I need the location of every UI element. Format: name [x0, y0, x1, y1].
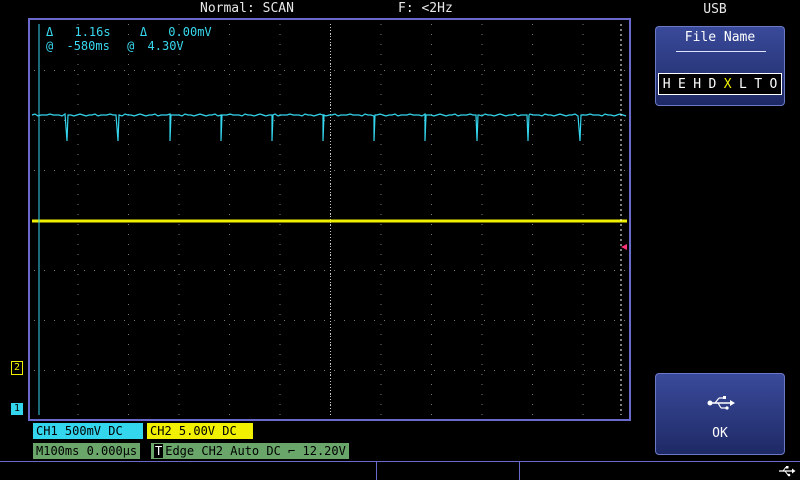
delta-time: 1.16s	[74, 25, 111, 39]
file-name-char[interactable]: E	[678, 77, 686, 92]
at-symbol: @	[46, 39, 54, 53]
cursor-row-at: @ -580ms @ 4.30V	[46, 39, 212, 53]
ch2-level-marker[interactable]: 2	[11, 361, 24, 375]
delta-voltage: 0.00mV	[168, 25, 212, 39]
delta-symbol: Δ	[46, 25, 54, 39]
ok-button[interactable]: OK	[655, 373, 785, 455]
trigger-level-marker[interactable]	[621, 244, 627, 250]
file-name-char[interactable]: T	[754, 77, 762, 92]
delta-symbol-2: Δ	[139, 25, 148, 39]
ch2-settings-badge[interactable]: CH2 5.00V DC	[147, 423, 253, 439]
timebase-badge[interactable]: M100ms 0.000μs	[33, 443, 141, 459]
file-name-char[interactable]: O	[769, 77, 777, 92]
ch1-settings-badge[interactable]: CH1 500mV DC	[33, 423, 143, 439]
ok-label: OK	[712, 426, 728, 441]
waveform-display: Δ 1.16s Δ 0.00mV @ -580ms @ 4.30V	[28, 18, 631, 421]
ch1-level-marker[interactable]: 1	[11, 403, 24, 415]
cursor-readout: Δ 1.16s Δ 0.00mV @ -580ms @ 4.30V	[46, 25, 212, 53]
file-name-char[interactable]: D	[708, 77, 716, 92]
trigger-icon: T	[154, 444, 164, 458]
bottom-divider	[0, 461, 800, 462]
ch2-marker-label: 2	[14, 362, 21, 373]
file-name-label: File Name	[684, 30, 756, 45]
ch1-waveform	[31, 112, 627, 142]
usb-connected-icon	[779, 466, 796, 477]
cursor-row-delta: Δ 1.16s Δ 0.00mV	[46, 25, 212, 39]
cursor-time: -580ms	[66, 39, 110, 53]
trigger-badge[interactable]: T Edge CH2 Auto DC ⌐ 12.20V	[151, 443, 349, 459]
usb-icon	[707, 396, 735, 410]
side-menu-title: USB	[703, 2, 727, 17]
file-name-input[interactable]: HEHDXLTO	[658, 73, 782, 95]
file-name-char[interactable]: L	[739, 77, 747, 92]
at-symbol-2: @	[127, 39, 135, 53]
file-name-underline	[676, 51, 766, 52]
file-name-button[interactable]: File Name HEHDXLTO	[655, 26, 785, 106]
file-name-char[interactable]: H	[663, 77, 671, 92]
cursor-voltage: 4.30V	[147, 39, 184, 53]
file-name-char[interactable]: X	[724, 77, 732, 92]
bottom-divider-tick-1	[376, 461, 377, 480]
file-name-char[interactable]: H	[693, 77, 701, 92]
frequency-readout: F: <2Hz	[398, 1, 453, 16]
waveform-svg	[31, 24, 627, 415]
trigger-settings: Edge CH2 Auto DC ⌐ 12.20V	[165, 444, 346, 458]
bottom-divider-tick-2	[519, 461, 520, 480]
ch1-marker-label: 1	[14, 403, 21, 414]
acquisition-mode: Normal: SCAN	[200, 1, 294, 16]
